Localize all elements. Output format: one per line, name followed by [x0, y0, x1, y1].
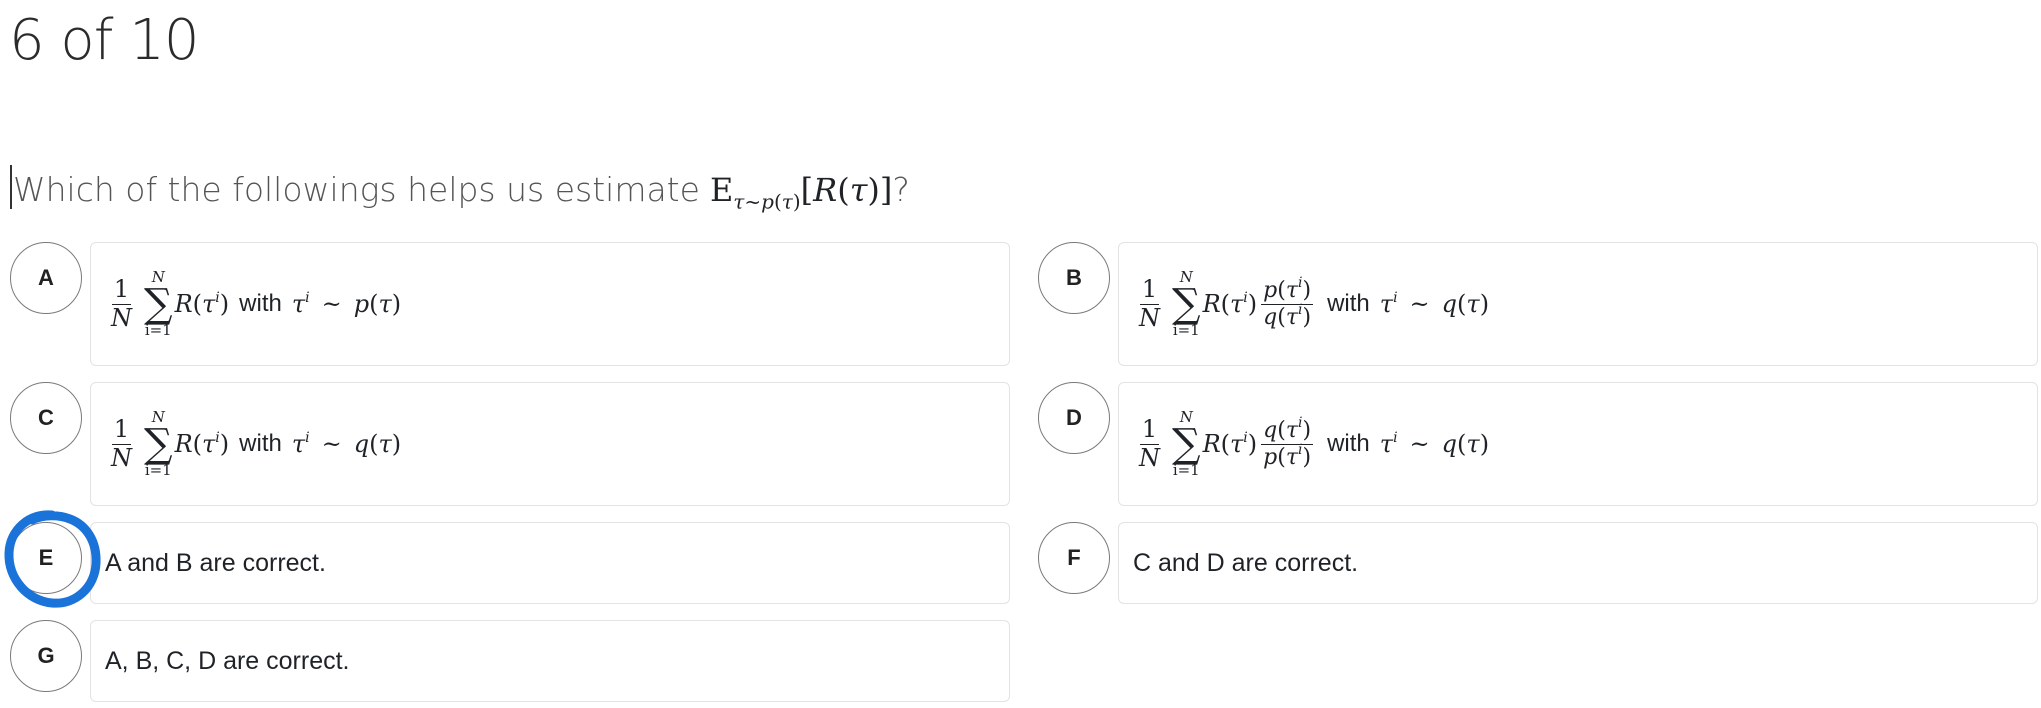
option-a-formula: 1N N ∑ i=1 R(τi) with τi ~ p(τ): [111, 268, 402, 339]
option-f-badge[interactable]: F: [1038, 522, 1110, 594]
question-expectation-formula: Eτ~p(τ)[R(τ)]: [709, 171, 893, 214]
option-d-card[interactable]: 1N N ∑ i=1 R(τi) q(τi) p(τi) with τi ~ q(τ): [1118, 382, 2038, 506]
text-cursor: [10, 165, 12, 209]
question-text: Which of the followings helps us estimat…: [10, 157, 910, 213]
option-g-badge[interactable]: G: [10, 620, 82, 692]
option-b-card[interactable]: 1N N ∑ i=1 R(τi) p(τi) q(τi) with τi ~ q(τ): [1118, 242, 2038, 366]
question-mark: ?: [892, 170, 910, 209]
option-f-text: C and D are correct.: [1133, 548, 1359, 577]
option-c-badge[interactable]: C: [10, 382, 82, 454]
option-d-badge[interactable]: D: [1038, 382, 1110, 454]
option-e-badge[interactable]: E: [10, 522, 82, 594]
option-d-formula: 1N N ∑ i=1 R(τi) q(τi) p(τi) with τi ~ q(τ): [1139, 408, 1490, 479]
question-label: Which of the followings helps us estimat…: [13, 170, 700, 209]
progress-indicator: 6 of 10: [9, 8, 199, 73]
option-e-text: A and B are correct.: [105, 548, 326, 577]
option-b-formula: 1N N ∑ i=1 R(τi) p(τi) q(τi) with τi ~ q(τ): [1139, 268, 1490, 339]
option-a-badge[interactable]: A: [10, 242, 82, 314]
option-e-card[interactable]: A and B are correct.: [90, 522, 1010, 604]
option-f-card[interactable]: C and D are correct.: [1118, 522, 2038, 604]
option-c-formula: 1N N ∑ i=1 R(τi) with τi ~ q(τ): [111, 408, 402, 479]
option-g-card[interactable]: A, B, C, D are correct.: [90, 620, 1010, 702]
option-g-text: A, B, C, D are correct.: [105, 646, 350, 675]
option-b-badge[interactable]: B: [1038, 242, 1110, 314]
option-c-card[interactable]: 1N N ∑ i=1 R(τi) with τi ~ q(τ): [90, 382, 1010, 506]
option-a-card[interactable]: 1N N ∑ i=1 R(τi) with τi ~ p(τ): [90, 242, 1010, 366]
